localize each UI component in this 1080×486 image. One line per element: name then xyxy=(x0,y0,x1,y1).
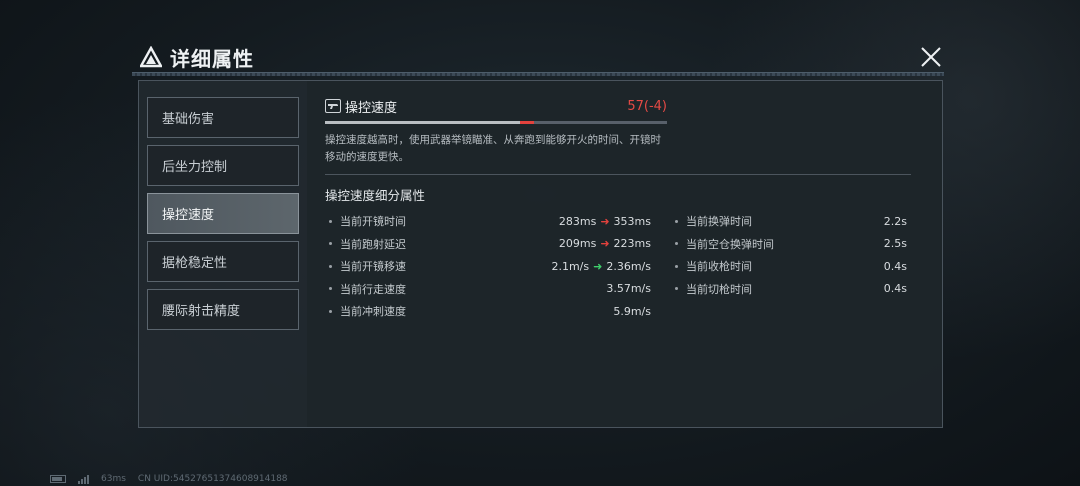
new-value: 0.4s xyxy=(883,259,907,273)
sidebar-item-label: 基础伤害 xyxy=(162,112,215,127)
bullet-dot xyxy=(329,287,332,291)
breakdown-value: 3.57m/s xyxy=(606,282,651,295)
sidebar-item-handling-speed[interactable]: 操控速度 xyxy=(147,193,299,234)
sidebar-item-label: 据枪稳定性 xyxy=(162,256,228,271)
old-value: 209ms xyxy=(558,237,597,251)
bullet-dot xyxy=(329,309,332,313)
bullet-dot xyxy=(675,287,678,291)
stat-name: 操控速度 xyxy=(345,100,398,116)
breakdown-row: 当前空仓换弹时间 2.5s xyxy=(675,233,907,256)
close-icon[interactable] xyxy=(920,46,942,68)
detail-panel: 基础伤害 后坐力控制 操控速度 据枪稳定性 腰际射击精度 操控速度 57(-4)… xyxy=(138,80,943,428)
new-value: 5.9m/s xyxy=(613,304,651,318)
gun-icon xyxy=(325,99,341,113)
breakdown-row: 当前开镜移速 2.1m/s ➜ 2.36m/s xyxy=(329,255,651,278)
ping-value: 63ms xyxy=(101,474,126,484)
stat-bar-fill xyxy=(325,121,520,124)
arrow-right-icon: ➜ xyxy=(600,237,610,251)
breakdown-right-column: 当前换弹时间 2.2s 当前空仓换弹时间 2.5s 当前收枪时间 0.4s 当前切枪时间 0.… xyxy=(675,210,907,300)
sidebar-item-label: 腰际射击精度 xyxy=(162,304,241,319)
new-value: 2.5s xyxy=(883,237,907,251)
arrow-right-icon: ➜ xyxy=(593,259,603,273)
stat-description: 操控速度越高时，使用武器举镜瞄准、从奔跑到能够开火的时间、开镜时移动的速度更快。 xyxy=(325,134,661,163)
triangle-logo-icon xyxy=(140,46,162,68)
bullet-dot xyxy=(329,242,332,246)
sidebar-item-aim-stability[interactable]: 据枪稳定性 xyxy=(147,241,299,282)
bullet-dot xyxy=(329,219,332,223)
breakdown-row: 当前切枪时间 0.4s xyxy=(675,278,907,301)
bullet-dot xyxy=(675,242,678,246)
breakdown-label: 当前空仓换弹时间 xyxy=(686,237,774,251)
new-value: 2.36m/s xyxy=(606,259,651,273)
sidebar-item-hipfire-accuracy[interactable]: 腰际射击精度 xyxy=(147,289,299,330)
breakdown-row: 当前收枪时间 0.4s xyxy=(675,255,907,278)
stat-content: 操控速度 57(-4) 操控速度越高时，使用武器举镜瞄准、从奔跑到能够开火的时间… xyxy=(325,95,912,330)
uid-text: CN UID:545276513746089141​88 xyxy=(137,474,288,484)
stat-value: 57(-4) xyxy=(627,98,667,114)
status-footer: 63ms CN UID:545276513746089141​88 xyxy=(50,474,288,484)
breakdown-value: 5.9m/s xyxy=(613,305,651,318)
new-value: 353ms xyxy=(613,214,651,228)
breakdown-title: 操控速度细分属性 xyxy=(325,188,426,203)
stat-header: 操控速度 57(-4) xyxy=(325,95,667,117)
breakdown-label: 当前冲刺速度 xyxy=(340,305,406,319)
new-value: 2.2s xyxy=(883,214,907,228)
breakdown-grid: 当前开镜时间 283ms ➜ 353ms 当前跑射延迟 209ms ➜ 223ms 当前开镜移速… xyxy=(325,210,912,330)
bullet-dot xyxy=(329,264,332,268)
arrow-right-icon: ➜ xyxy=(600,214,610,228)
bullet-dot xyxy=(675,219,678,223)
sidebar: 基础伤害 后坐力控制 操控速度 据枪稳定性 腰际射击精度 xyxy=(147,97,299,330)
sidebar-item-base-damage[interactable]: 基础伤害 xyxy=(147,97,299,138)
new-value: 3.57m/s xyxy=(606,282,651,296)
breakdown-row: 当前行走速度 3.57m/s xyxy=(329,278,651,301)
signal-icon xyxy=(78,474,89,484)
breakdown-row: 当前跑射延迟 209ms ➜ 223ms xyxy=(329,233,651,256)
sidebar-item-label: 操控速度 xyxy=(162,208,215,223)
breakdown-value: 2.2s xyxy=(884,215,907,228)
breakdown-value: 2.5s xyxy=(884,237,907,250)
breakdown-label: 当前开镜移速 xyxy=(340,260,406,274)
breakdown-value: 2.1m/s ➜ 2.36m/s xyxy=(551,260,651,273)
breakdown-value: 209ms ➜ 223ms xyxy=(559,237,651,250)
breakdown-value: 0.4s xyxy=(884,260,907,273)
battery-icon xyxy=(50,475,66,483)
breakdown-label: 当前切枪时间 xyxy=(686,282,752,296)
breakdown-row: 当前换弹时间 2.2s xyxy=(675,210,907,233)
section-divider xyxy=(325,174,911,175)
breakdown-label: 当前换弹时间 xyxy=(686,215,752,229)
stat-bar xyxy=(325,121,667,124)
new-value: 223ms xyxy=(613,237,651,251)
sidebar-item-recoil-control[interactable]: 后坐力控制 xyxy=(147,145,299,186)
old-value: 2.1m/s xyxy=(551,259,590,273)
bullet-dot xyxy=(675,264,678,268)
sidebar-item-label: 后坐力控制 xyxy=(162,160,228,175)
breakdown-row: 当前冲刺速度 5.9m/s xyxy=(329,300,651,323)
breakdown-label: 当前开镜时间 xyxy=(340,215,406,229)
breakdown-row: 当前开镜时间 283ms ➜ 353ms xyxy=(329,210,651,233)
breakdown-label: 当前收枪时间 xyxy=(686,260,752,274)
breakdown-left-column: 当前开镜时间 283ms ➜ 353ms 当前跑射延迟 209ms ➜ 223ms 当前开镜移速… xyxy=(329,210,651,323)
breakdown-label: 当前跑射延迟 xyxy=(340,237,406,251)
old-value: 283ms xyxy=(558,214,597,228)
breakdown-value: 283ms ➜ 353ms xyxy=(559,215,651,228)
page-title: 详细属性 xyxy=(170,46,254,71)
title-bar: 详细属性 xyxy=(132,42,944,76)
new-value: 0.4s xyxy=(883,282,907,296)
title-divider xyxy=(132,72,944,76)
stat-bar-loss xyxy=(519,121,534,124)
breakdown-label: 当前行走速度 xyxy=(340,282,406,296)
breakdown-value: 0.4s xyxy=(884,282,907,295)
